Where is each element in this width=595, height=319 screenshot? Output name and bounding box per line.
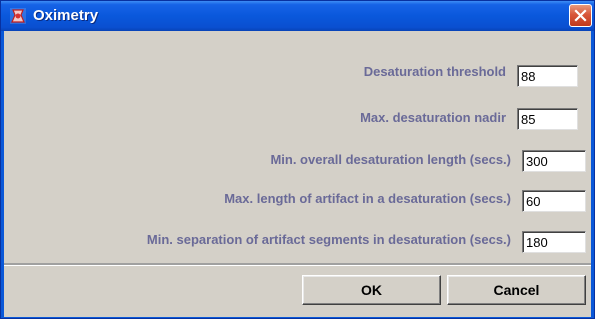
- min-overall-desaturation-length-input[interactable]: 300: [522, 150, 586, 172]
- min-overall-desaturation-length-label: Min. overall desaturation length (secs.): [270, 152, 511, 167]
- window-title: Oximetry: [33, 7, 99, 24]
- max-desaturation-nadir-input[interactable]: 85: [517, 108, 578, 130]
- dialog-window: Oximetry Desaturation threshold 88 Max. …: [0, 0, 595, 319]
- max-artifact-length-input[interactable]: 60: [522, 190, 586, 212]
- ok-button[interactable]: OK: [302, 275, 441, 305]
- desaturation-threshold-input[interactable]: 88: [517, 65, 578, 87]
- button-separator: [4, 263, 591, 266]
- min-artifact-separation-label: Min. separation of artifact segments in …: [146, 232, 511, 247]
- cancel-button[interactable]: Cancel: [447, 275, 586, 305]
- min-artifact-separation-input[interactable]: 180: [522, 231, 586, 253]
- app-icon: [9, 7, 27, 25]
- dialog-content: Desaturation threshold 88 Max. desaturat…: [4, 31, 591, 317]
- title-bar[interactable]: Oximetry: [1, 1, 594, 31]
- close-icon: [574, 9, 587, 22]
- max-artifact-length-label: Max. length of artifact in a desaturatio…: [224, 191, 511, 206]
- max-desaturation-nadir-label: Max. desaturation nadir: [360, 110, 506, 125]
- desaturation-threshold-label: Desaturation threshold: [363, 64, 506, 79]
- close-button[interactable]: [569, 4, 592, 27]
- settings-panel: Desaturation threshold 88 Max. desaturat…: [4, 31, 591, 263]
